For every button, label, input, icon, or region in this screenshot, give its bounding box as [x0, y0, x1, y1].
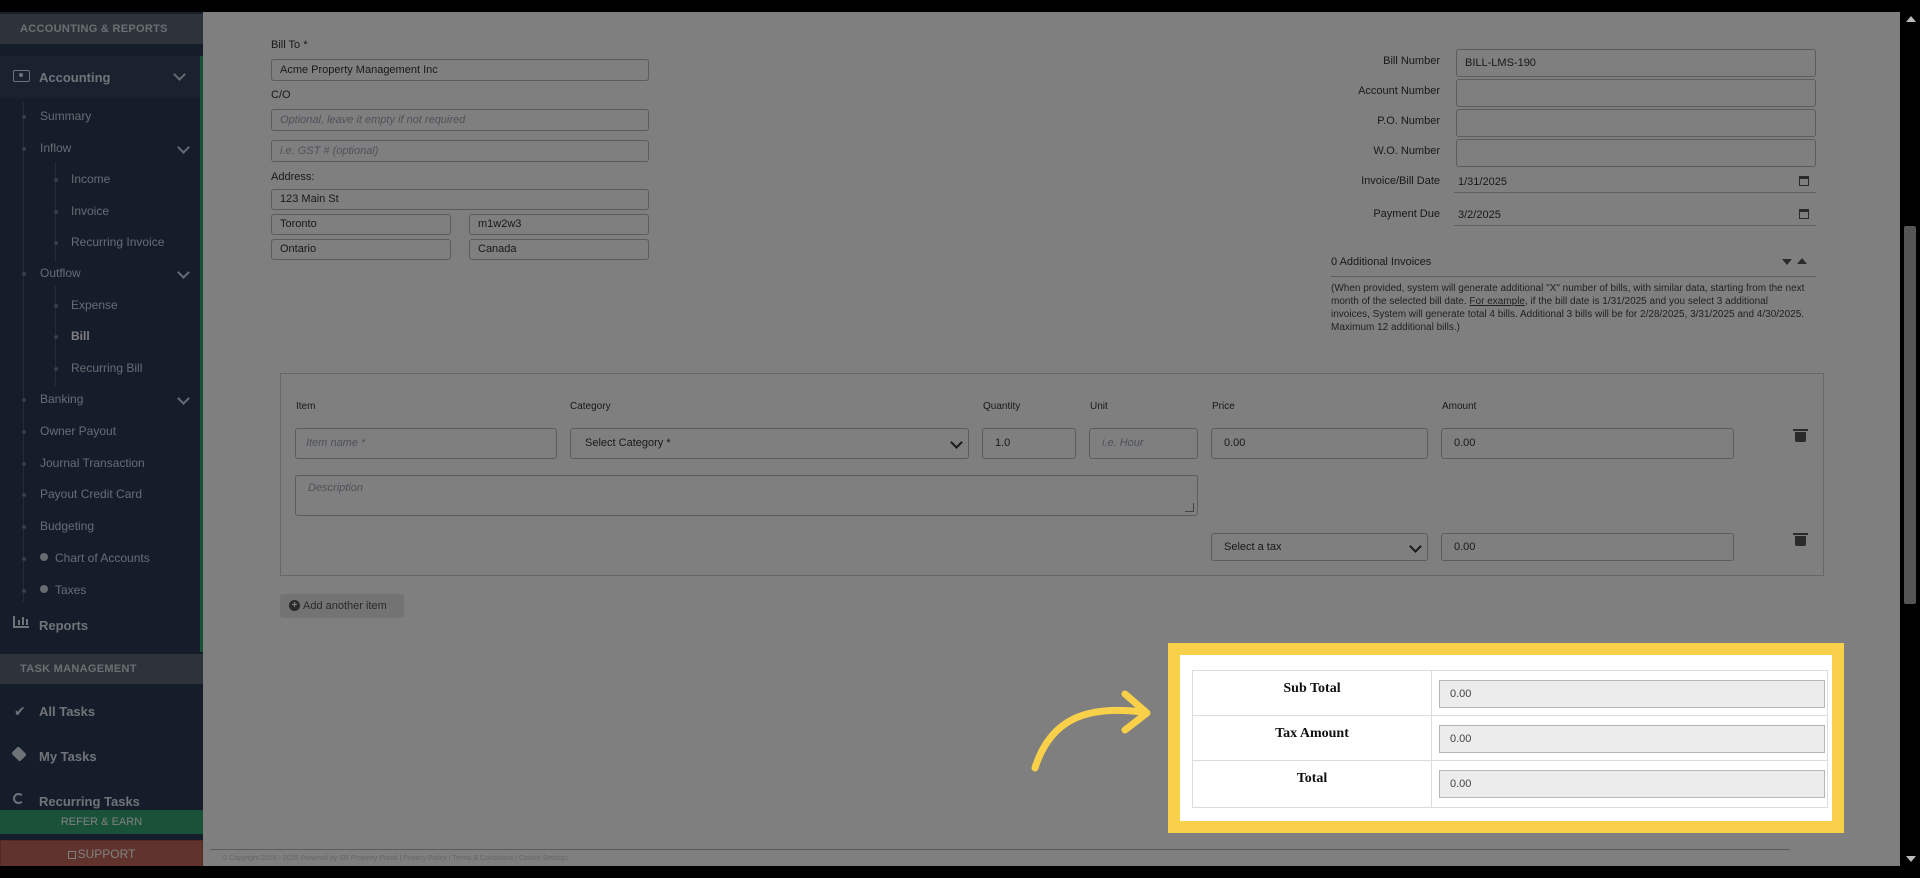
top-letterbox	[0, 0, 1920, 12]
sub-total-row: Sub Total 0.00	[1193, 671, 1827, 716]
total-value: 0.00	[1439, 770, 1825, 798]
totals-table: Sub Total 0.00 Tax Amount 0.00 Total 0.0…	[1192, 670, 1828, 808]
bottom-letterbox	[0, 866, 1920, 878]
annotation-arrow	[1031, 690, 1151, 772]
total-label: Total	[1296, 771, 1328, 786]
arrow-curve	[1031, 706, 1146, 772]
sub-total-label: Sub Total	[1283, 681, 1341, 696]
scroll-up-icon[interactable]	[1906, 16, 1916, 22]
scroll-down-icon[interactable]	[1906, 856, 1916, 862]
tax-amount-label: Tax Amount	[1275, 726, 1349, 741]
tax-amount-row: Tax Amount 0.00	[1193, 716, 1827, 761]
sub-total-value: 0.00	[1439, 680, 1825, 708]
tax-amount-value: 0.00	[1439, 725, 1825, 753]
total-row: Total 0.00	[1193, 761, 1827, 806]
footer-divider	[210, 849, 1790, 850]
scrollbar-thumb[interactable]	[1904, 226, 1916, 604]
footer-copyright: © Copyright 2016 - 2025 Powered by SR Pr…	[222, 855, 568, 862]
